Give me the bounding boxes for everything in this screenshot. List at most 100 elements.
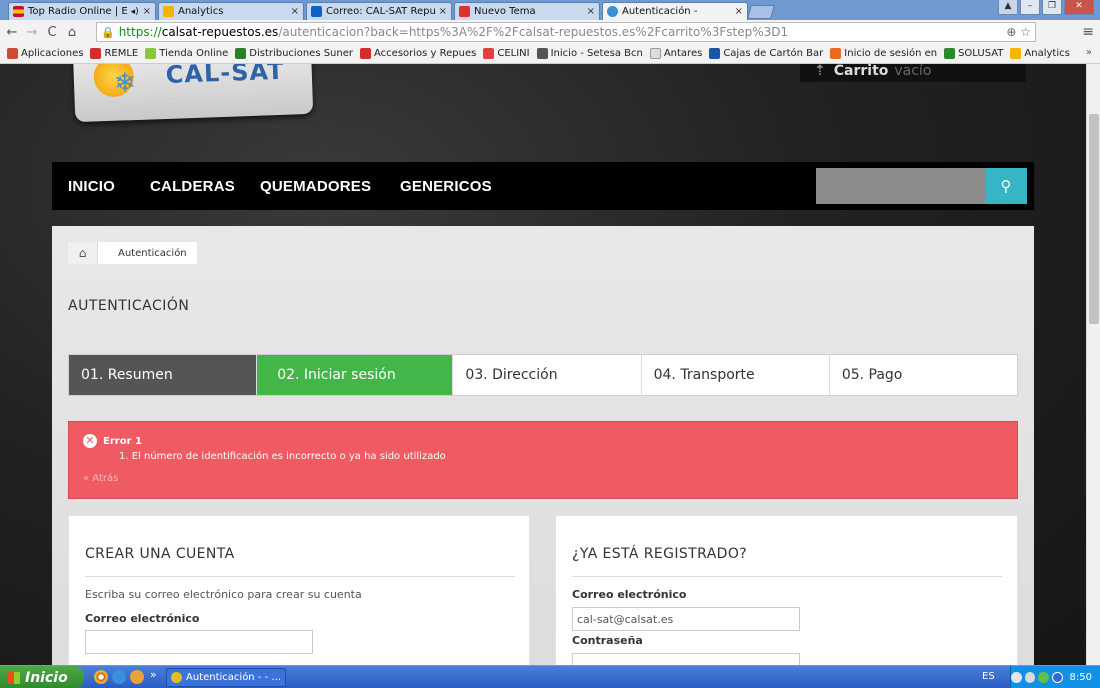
page-scrollbar[interactable] <box>1086 64 1100 665</box>
bookmark-celini[interactable]: CELINI <box>483 48 530 59</box>
cart-label: Carrito <box>833 64 889 79</box>
windows-logo-icon <box>8 671 20 684</box>
home-icon[interactable]: ⌂ <box>64 25 80 40</box>
bookmark-distribuciones[interactable]: Distribuciones Suner <box>235 48 353 59</box>
nav-inicio[interactable]: INICIO <box>68 178 115 195</box>
cart-icon: ⇡ <box>814 64 826 79</box>
bookmark-label: SOLUSAT <box>958 48 1004 59</box>
session-icon <box>830 48 842 59</box>
login-email-field[interactable] <box>572 607 800 631</box>
distribuciones-icon <box>235 48 247 59</box>
home-icon[interactable]: ⌂ <box>68 242 98 264</box>
display-icon[interactable] <box>1051 672 1063 683</box>
forum-icon <box>459 6 470 17</box>
bookmark-antares[interactable]: Antares <box>649 48 702 59</box>
security-icon[interactable] <box>1038 672 1049 683</box>
forward-icon[interactable]: → <box>24 25 40 40</box>
nav-quemadores[interactable]: QUEMADORES <box>260 178 371 195</box>
step-direccion: 03. Dirección <box>453 355 642 395</box>
error-icon: ✕ <box>83 434 97 448</box>
scrollbar-thumb[interactable] <box>1089 114 1099 324</box>
create-email-field[interactable] <box>85 630 313 654</box>
snowflake-icon: ❄ <box>113 68 137 99</box>
bookmark-label: CELINI <box>497 48 530 59</box>
analytics-icon <box>1010 48 1022 59</box>
url-path: /autenticacion?back=https%3A%2F%2Fcalsat… <box>278 25 789 39</box>
bookmarks-more[interactable]: » <box>1086 47 1092 58</box>
error-alert: ✕ Error 1 1. El número de identificación… <box>68 421 1018 499</box>
start-button[interactable]: Inicio <box>0 666 84 688</box>
celini-icon <box>483 48 495 59</box>
step-pago: 05. Pago <box>829 355 1018 395</box>
bookmark-setesa[interactable]: Inicio - Setesa Bcn <box>536 48 643 59</box>
tab-label: Nuevo Tema <box>474 6 536 17</box>
close-icon[interactable]: × <box>439 6 447 17</box>
cart-button[interactable]: ⇡ Carrito vacío <box>800 64 1026 82</box>
tab-label: Autenticación - <box>622 6 698 17</box>
step-resumen[interactable]: 01. Resumen <box>69 355 258 395</box>
close-icon[interactable]: × <box>587 6 595 17</box>
tienda-icon <box>145 48 157 59</box>
tab-top-radio[interactable]: Top Radio Online | E ◂) × <box>8 2 156 20</box>
app-icon[interactable] <box>130 670 144 684</box>
back-link[interactable]: « Atrás <box>83 473 118 484</box>
search-input[interactable] <box>816 168 986 204</box>
back-icon[interactable]: ← <box>4 25 20 40</box>
zoom-icon[interactable]: ⊕ ☆ <box>1006 25 1031 39</box>
tab-analytics[interactable]: Analytics × <box>158 2 304 20</box>
restore-button[interactable]: ❐ <box>1042 0 1062 15</box>
checkout-steps: 01. Resumen 02. Iniciar sesión 03. Direc… <box>68 354 1018 396</box>
tab-autenticacion[interactable]: Autenticación - × <box>602 2 748 20</box>
setesa-icon <box>536 48 548 59</box>
nav-genericos[interactable]: GENERICOS <box>400 178 492 195</box>
taskbar-item-chrome[interactable]: Autenticación - - ... <box>166 668 286 687</box>
taskbar: Inicio » Autenticación - - ... ES 8:50 <box>0 665 1100 688</box>
help-icon[interactable] <box>1011 672 1022 683</box>
system-tray: 8:50 <box>1010 666 1100 688</box>
logo-text: CAL-SAT <box>165 64 286 89</box>
bookmark-accesorios[interactable]: Accesorios y Repues <box>360 48 476 59</box>
chrome-icon[interactable] <box>94 670 108 684</box>
close-icon[interactable]: × <box>735 6 743 17</box>
bookmark-solusat[interactable]: SOLUSAT <box>944 48 1003 59</box>
bookmark-label: Analytics <box>1024 48 1070 59</box>
bookmark-cajas[interactable]: Cajas de Cartón Bar <box>709 48 823 59</box>
close-window-button[interactable]: ✕ <box>1064 0 1094 15</box>
bookmark-label: Cajas de Cartón Bar <box>723 48 824 59</box>
tab-nuevo-tema[interactable]: Nuevo Tema × <box>454 2 600 20</box>
breadcrumb-current: Autenticación <box>118 247 187 259</box>
bookmark-apps[interactable]: Aplicaciones <box>7 48 83 59</box>
login-password-field[interactable] <box>572 653 800 665</box>
bookmark-inicio-sesion[interactable]: Inicio de sesión en <box>830 48 937 59</box>
close-icon[interactable]: × <box>143 6 151 17</box>
bookmark-analytics[interactable]: Analytics <box>1010 48 1070 59</box>
new-tab-button[interactable] <box>747 5 775 19</box>
menu-icon[interactable]: ≡ <box>1082 24 1094 40</box>
minimize-button[interactable]: – <box>1020 0 1040 15</box>
tab-label: Correo: CAL-SAT Repu <box>326 6 435 17</box>
alert-message: 1. El número de identificación es incorr… <box>119 451 446 462</box>
loading-icon <box>607 6 618 17</box>
tab-strip: Top Radio Online | E ◂) × Analytics × Co… <box>0 0 1100 20</box>
clock[interactable]: 8:50 <box>1070 672 1092 683</box>
reload-icon[interactable]: C <box>44 25 60 40</box>
address-bar[interactable]: 🔒 https://calsat-repuestos.es/autenticac… <box>96 22 1036 42</box>
quicklaunch-more-icon[interactable]: » <box>150 668 157 681</box>
network-icon[interactable] <box>1024 672 1036 683</box>
window-controls: ▲ – ❐ ✕ <box>998 0 1094 15</box>
ie-icon[interactable] <box>112 670 126 684</box>
tab-correo[interactable]: Correo: CAL-SAT Repu × <box>306 2 452 20</box>
nav-calderas[interactable]: CALDERAS <box>150 178 235 195</box>
bookmark-tienda[interactable]: Tienda Online <box>145 48 228 59</box>
solusat-icon <box>944 48 956 59</box>
page-viewport: ❄ CAL-SAT ⇡ Carrito vacío INICIO CALDERA… <box>0 64 1086 665</box>
search-button[interactable]: ⚲ <box>985 168 1027 204</box>
user-icon[interactable]: ▲ <box>998 0 1018 15</box>
site-logo[interactable]: ❄ CAL-SAT <box>72 64 314 123</box>
bookmark-remle[interactable]: REMLE <box>90 48 138 59</box>
close-icon[interactable]: × <box>291 6 299 17</box>
language-indicator[interactable]: ES <box>982 671 995 682</box>
remle-icon <box>90 48 102 59</box>
apps-icon <box>7 48 18 59</box>
audio-icon: ◂) <box>130 6 139 17</box>
